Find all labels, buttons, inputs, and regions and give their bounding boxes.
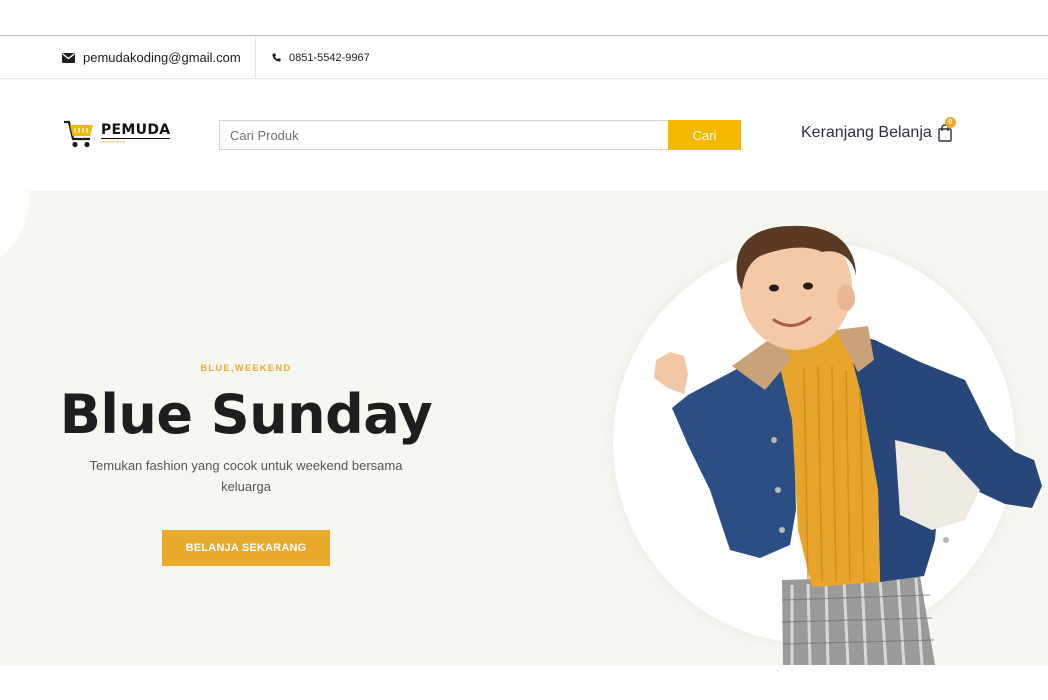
cart-count-badge: 0 bbox=[944, 117, 956, 128]
contact-email-text: pemudakoding@gmail.com bbox=[83, 50, 241, 65]
hero-description: Temukan fashion yang cocok untuk weekend… bbox=[89, 458, 403, 494]
logo-title: PEMUDA bbox=[101, 122, 171, 139]
search-button[interactable]: Cari bbox=[668, 120, 741, 150]
cart-label: Keranjang Belanja bbox=[801, 124, 932, 141]
cart-logo-icon bbox=[63, 120, 95, 154]
logo-subtitle: Milenial Shop bbox=[101, 139, 126, 144]
contact-phone[interactable]: 0851-5542-9967 bbox=[272, 36, 370, 79]
shop-now-button[interactable]: BELANJA SEKARANG bbox=[162, 530, 330, 566]
cart-link[interactable]: Keranjang Belanja 0 bbox=[801, 117, 956, 142]
hero-banner: BLUE,WEEKEND Blue Sunday Temukan fashion… bbox=[0, 190, 1048, 665]
contact-phone-text: 0851-5542-9967 bbox=[289, 51, 370, 64]
hero-tag: BLUE,WEEKEND bbox=[200, 363, 292, 373]
hero-model-image bbox=[604, 225, 1042, 665]
shopping-bag-icon: 0 bbox=[938, 117, 956, 142]
top-contact-bar: pemudakoding@gmail.com 0851-5542-9967 bbox=[0, 35, 1048, 79]
search-input[interactable] bbox=[219, 120, 668, 150]
logo[interactable]: PEMUDA Milenial Shop bbox=[63, 120, 171, 154]
search-form: Cari bbox=[219, 120, 741, 150]
phone-icon bbox=[272, 53, 281, 62]
envelope-icon bbox=[62, 52, 75, 63]
hero-title: Blue Sunday bbox=[59, 383, 433, 446]
site-header: PEMUDA Milenial Shop Cari Keranjang Bela… bbox=[0, 80, 1048, 190]
decorative-arc bbox=[0, 190, 30, 260]
contact-email[interactable]: pemudakoding@gmail.com bbox=[62, 36, 256, 79]
